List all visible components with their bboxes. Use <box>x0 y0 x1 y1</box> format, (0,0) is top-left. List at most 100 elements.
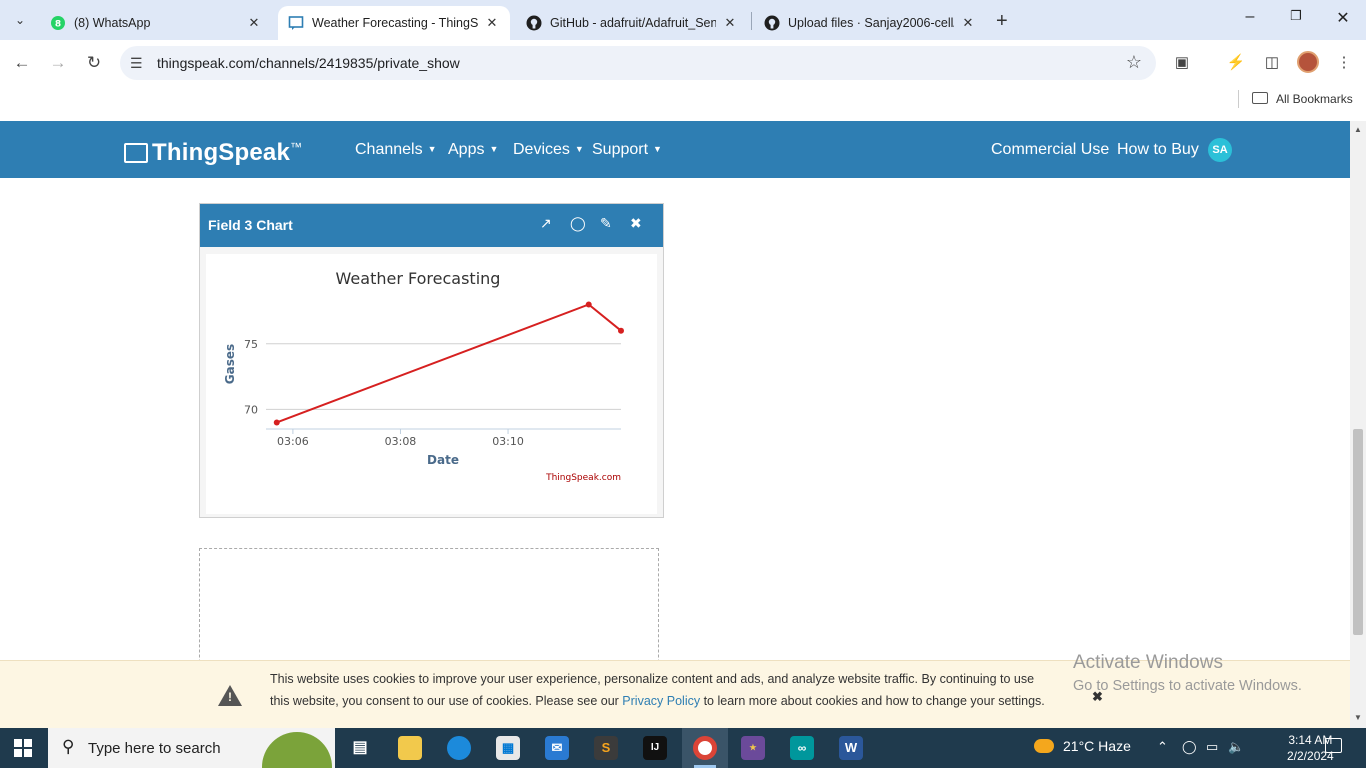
bookmark-star-icon[interactable]: ☆ <box>1126 52 1142 73</box>
task-view-icon[interactable]: ▤ <box>348 736 372 760</box>
folder-icon[interactable] <box>1252 92 1268 104</box>
bookmarks-separator <box>1238 90 1239 108</box>
data-point <box>273 419 280 426</box>
side-panel-icon[interactable]: ◫ <box>1261 52 1283 74</box>
restore-icon[interactable]: ❐ <box>1284 8 1308 24</box>
volume-icon[interactable]: 🔈 <box>1228 739 1244 755</box>
tab-github-upload[interactable]: Upload files · Sanjay2006-cell/C ✕ <box>754 6 986 40</box>
page-scrollbar[interactable]: ▲ ▼ <box>1350 121 1366 728</box>
tab-title: Weather Forecasting - ThingSpe <box>312 16 478 30</box>
cookie-text-after: to learn more about cookies and how to c… <box>703 694 1045 708</box>
menu-label: Apps <box>448 141 485 158</box>
x-tick-label: 03:08 <box>385 435 417 448</box>
close-window-icon[interactable]: ✕ <box>1331 8 1355 28</box>
menu-support[interactable]: Support ▼ <box>592 141 662 159</box>
site-info-icon[interactable]: ☰ <box>130 55 143 72</box>
close-tab-icon[interactable]: ✕ <box>960 15 976 31</box>
battery-icon[interactable]: ▭ <box>1206 739 1218 755</box>
svg-text:8: 8 <box>55 20 61 30</box>
tab-search-icon[interactable]: ⌄ <box>8 8 32 32</box>
close-tab-icon[interactable]: ✕ <box>246 15 262 31</box>
performance-icon[interactable]: ⚡ <box>1225 52 1247 74</box>
chart-title: Weather Forecasting <box>336 269 501 288</box>
forward-icon[interactable]: → <box>47 52 69 74</box>
search-icon: ⚲ <box>62 737 75 756</box>
all-bookmarks-link[interactable]: All Bookmarks <box>1276 92 1353 106</box>
scroll-up-icon[interactable]: ▲ <box>1354 125 1362 134</box>
caret-down-icon: ▼ <box>427 144 437 154</box>
notifications-icon[interactable] <box>1325 738 1342 753</box>
extensions-icon[interactable]: ▣ <box>1171 52 1193 74</box>
mail-icon[interactable]: ✉ <box>545 736 569 760</box>
scroll-thumb[interactable] <box>1353 429 1363 635</box>
search-placeholder: Type here to search <box>88 740 221 757</box>
browser-tab-strip: ⌄ 8 (8) WhatsApp ✕ Weather Forecasting -… <box>0 0 1366 40</box>
user-avatar[interactable]: SA <box>1208 138 1232 162</box>
arduino-icon[interactable]: ∞ <box>790 736 814 760</box>
field-chart-card: Field 3 Chart ↗ ◯ ✎ ✖ Weather Forecastin… <box>199 203 664 518</box>
x-axis-label: Date <box>427 453 459 467</box>
game-app-icon[interactable]: ★ <box>741 736 765 760</box>
y-tick-label: 75 <box>244 338 258 351</box>
tab-github-adafruit[interactable]: GitHub - adafruit/Adafruit_Sens ✕ <box>516 6 748 40</box>
tab-title: GitHub - adafruit/Adafruit_Sens <box>550 16 716 30</box>
menu-devices[interactable]: Devices ▼ <box>513 141 584 159</box>
url-text[interactable]: thingspeak.com/channels/2419835/private_… <box>157 55 460 71</box>
tab-thingspeak[interactable]: Weather Forecasting - ThingSpe ✕ <box>278 6 510 40</box>
new-tab-icon[interactable]: + <box>996 10 1008 33</box>
tab-separator <box>751 12 752 30</box>
how-to-buy-link[interactable]: How to Buy <box>1117 141 1199 159</box>
cookie-text: This website uses cookies to improve you… <box>270 668 1050 712</box>
store-icon[interactable]: ▦ <box>496 736 520 760</box>
windows-start-icon[interactable] <box>14 739 32 757</box>
card-title: Field 3 Chart <box>208 217 293 233</box>
brand-name: ThingSpeak <box>152 139 291 166</box>
close-tab-icon[interactable]: ✕ <box>484 15 500 31</box>
external-link-icon[interactable]: ↗ <box>540 215 552 232</box>
bookmarks-bar: All Bookmarks <box>0 86 1366 114</box>
search-highlight-image <box>262 732 332 768</box>
tab-title: Upload files · Sanjay2006-cell/C <box>788 16 954 30</box>
sublime-icon[interactable]: S <box>594 736 618 760</box>
menu-channels[interactable]: Channels ▼ <box>355 141 437 159</box>
github-icon <box>526 15 542 31</box>
weather-widget[interactable]: 21°C Haze <box>1034 738 1131 754</box>
watermark-line2: Go to Settings to activate Windows. <box>1073 678 1302 694</box>
back-icon[interactable]: ← <box>11 52 33 74</box>
web-page: ThingSpeak™ Channels ▼ Apps ▼ Devices ▼ Sup… <box>0 121 1350 728</box>
taskbar-search[interactable]: ⚲ Type here to search <box>48 728 335 768</box>
meet-now-icon[interactable]: ◯ <box>1182 739 1197 755</box>
pencil-icon[interactable]: ✎ <box>600 215 612 232</box>
file-explorer-icon[interactable] <box>398 736 422 760</box>
menu-icon[interactable]: ⋮ <box>1333 52 1355 74</box>
commercial-use-link[interactable]: Commercial Use <box>991 141 1109 159</box>
intellij-icon[interactable]: IJ <box>643 736 667 760</box>
minimize-icon[interactable]: – <box>1238 8 1262 26</box>
close-tab-icon[interactable]: ✕ <box>722 15 738 31</box>
edge-icon[interactable] <box>447 736 471 760</box>
weather-text: 21°C Haze <box>1063 738 1131 754</box>
address-bar[interactable]: ☰ thingspeak.com/channels/2419835/privat… <box>120 46 1156 80</box>
caret-down-icon: ▼ <box>489 144 499 154</box>
series-line <box>276 303 622 424</box>
logo-bubble-icon <box>124 143 148 163</box>
profile-avatar[interactable] <box>1297 51 1319 73</box>
tab-title: (8) WhatsApp <box>74 16 151 30</box>
reload-icon[interactable]: ↻ <box>83 52 105 74</box>
windows-taskbar: ⚲ Type here to search ▤ ▦ ✉ S IJ ★ ∞ W 2… <box>0 728 1366 768</box>
word-icon[interactable]: W <box>839 736 863 760</box>
chrome-icon[interactable] <box>693 736 717 760</box>
thingspeak-logo[interactable]: ThingSpeak™ <box>124 139 302 167</box>
tray-chevron-icon[interactable]: ⌃ <box>1157 739 1168 755</box>
close-icon[interactable]: ✖ <box>630 215 642 232</box>
chart-svg: Weather Forecasting 70 75 03:06 03:08 03:10 Da… <box>223 269 624 483</box>
comment-icon[interactable]: ◯ <box>570 215 586 232</box>
privacy-policy-link[interactable]: Privacy Policy <box>622 694 700 708</box>
menu-apps[interactable]: Apps ▼ <box>448 141 498 159</box>
tab-whatsapp[interactable]: 8 (8) WhatsApp ✕ <box>40 6 272 40</box>
y-tick-label: 70 <box>244 403 258 416</box>
thingspeak-icon <box>288 15 304 31</box>
scroll-down-icon[interactable]: ▼ <box>1354 713 1362 722</box>
activate-windows-watermark: Activate Windows Go to Settings to activ… <box>1073 652 1302 694</box>
x-tick-label: 03:10 <box>492 435 524 448</box>
